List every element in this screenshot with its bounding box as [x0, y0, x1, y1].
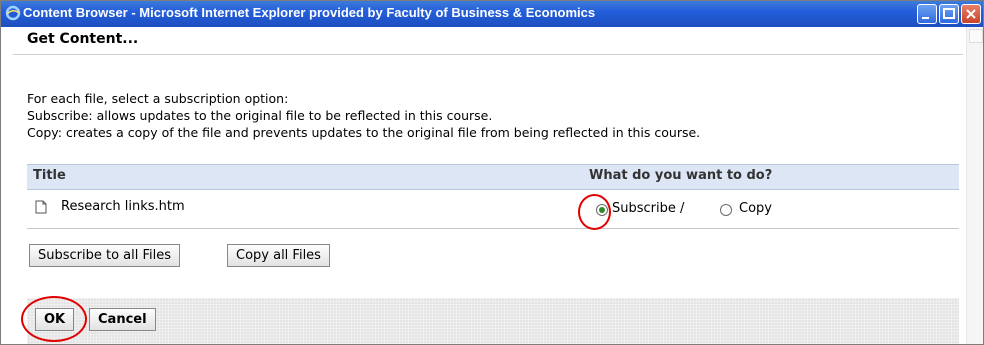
table-row: Research links.htm Subscribe / Copy — [27, 190, 959, 229]
title-bar[interactable]: Content Browser - Microsoft Internet Exp… — [1, 1, 983, 27]
file-icon — [35, 200, 47, 214]
ie-icon — [5, 5, 21, 21]
subscribe-label[interactable]: Subscribe / — [612, 201, 684, 216]
ok-button[interactable]: OK — [35, 308, 75, 331]
close-icon — [966, 9, 976, 19]
column-action: What do you want to do? — [589, 168, 773, 183]
instruction-line-2: Subscribe: allows updates to the origina… — [27, 108, 493, 123]
column-title: Title — [33, 168, 66, 183]
subscribe-all-button[interactable]: Subscribe to all Files — [29, 244, 181, 267]
window-title: Content Browser - Microsoft Internet Exp… — [23, 5, 596, 20]
cancel-button[interactable]: Cancel — [89, 308, 156, 331]
copy-all-button[interactable]: Copy all Files — [227, 244, 330, 267]
copy-radio[interactable] — [720, 204, 732, 216]
page-heading: Get Content... — [27, 31, 139, 47]
maximize-button[interactable] — [939, 4, 959, 24]
minimize-button[interactable] — [917, 4, 937, 24]
footer-bar: OK Cancel — [27, 298, 959, 344]
vertical-scrollbar[interactable] — [966, 27, 983, 344]
copy-label[interactable]: Copy — [739, 201, 772, 216]
heading-divider — [13, 54, 963, 55]
close-button[interactable] — [961, 4, 981, 24]
maximize-icon — [943, 8, 955, 19]
instruction-line-1: For each file, select a subscription opt… — [27, 91, 289, 106]
browser-window: Content Browser - Microsoft Internet Exp… — [0, 0, 984, 345]
subscribe-radio[interactable] — [596, 204, 608, 216]
file-name: Research links.htm — [61, 199, 185, 214]
minimize-icon — [922, 17, 929, 19]
table-header: Title What do you want to do? — [27, 164, 959, 190]
instruction-line-3: Copy: creates a copy of the file and pre… — [27, 125, 701, 140]
scroll-up-icon[interactable] — [969, 29, 983, 43]
